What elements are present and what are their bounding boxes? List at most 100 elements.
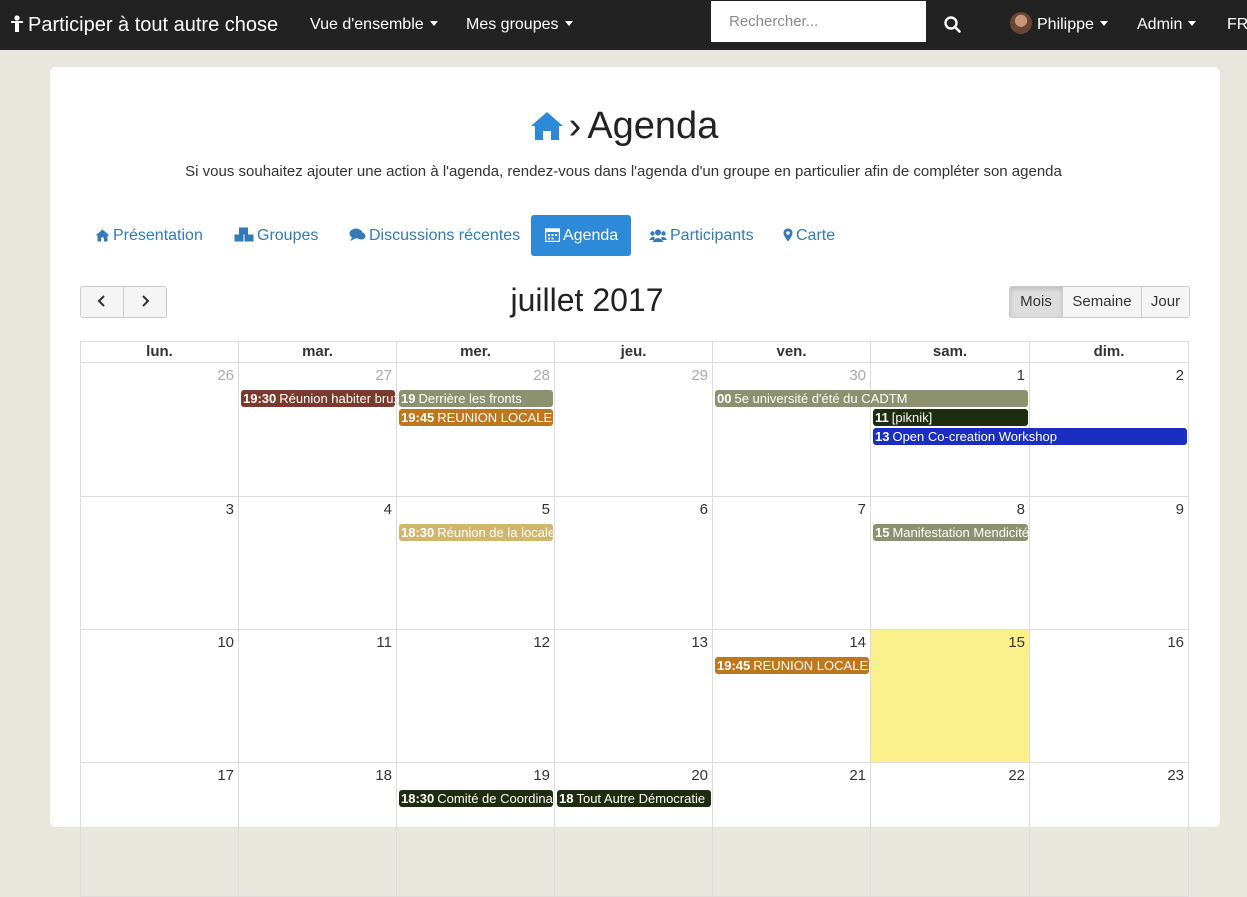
day-cell[interactable]: 19 xyxy=(397,763,555,897)
tab-label: Participants xyxy=(670,227,754,244)
event-title: REUNION LOCALE xyxy=(753,658,869,673)
language-label: FR xyxy=(1227,16,1247,33)
tab-map[interactable]: Carte xyxy=(768,215,850,256)
calendar-title: juillet 2017 xyxy=(510,282,664,318)
view-day-button[interactable]: Jour xyxy=(1141,286,1190,318)
user-menu[interactable]: Philippe xyxy=(1010,0,1108,50)
day-cell[interactable]: 29 xyxy=(555,363,713,497)
day-cell[interactable]: 7 xyxy=(713,497,871,630)
weekday-header: dim. xyxy=(1030,341,1189,363)
calendar-event[interactable]: 19:45 REUNION LOCALE xyxy=(399,409,553,426)
event-title: Tout Autre Démocratie xyxy=(576,791,706,806)
day-cell[interactable]: 15 xyxy=(871,630,1030,763)
event-title: REUNION LOCALE xyxy=(437,410,553,425)
day-cell[interactable]: 11 xyxy=(239,630,397,763)
day-number: 19 xyxy=(533,767,550,784)
tab-agenda[interactable]: Agenda xyxy=(531,215,631,256)
view-month-button[interactable]: Mois xyxy=(1009,286,1063,318)
calendar-event[interactable]: 13 Open Co-creation Workshop xyxy=(873,428,1187,445)
home-icon[interactable] xyxy=(529,110,565,142)
my-groups-menu[interactable]: Mes groupes xyxy=(466,0,573,50)
overview-menu[interactable]: Vue d'ensemble xyxy=(310,0,438,50)
event-title: Réunion habiter bruxelles xyxy=(279,391,395,406)
tab-groups[interactable]: Groupes xyxy=(219,215,333,256)
day-cell[interactable]: 3 xyxy=(80,497,239,630)
day-cell[interactable]: 23 xyxy=(1030,763,1189,897)
event-title: Réunion de la locale xyxy=(437,525,553,540)
day-cell[interactable]: 18 xyxy=(239,763,397,897)
admin-menu[interactable]: Admin xyxy=(1137,0,1197,50)
caret-down-icon xyxy=(1099,21,1108,26)
calendar-event[interactable]: 18 Tout Autre Démocratie xyxy=(557,790,711,807)
language-menu[interactable]: FR xyxy=(1227,0,1247,50)
tab-label: Présentation xyxy=(113,227,203,244)
day-number: 15 xyxy=(1008,634,1025,651)
day-number: 17 xyxy=(217,767,234,784)
day-number: 4 xyxy=(383,501,392,518)
calendar-event[interactable]: 19 Derrière les fronts xyxy=(399,390,553,407)
calendar-event[interactable]: 18:30 Réunion de la locale xyxy=(399,524,553,541)
event-title: Derrière les fronts xyxy=(418,391,522,406)
view-week-button[interactable]: Semaine xyxy=(1062,286,1142,318)
day-number: 18 xyxy=(375,767,392,784)
day-cell[interactable]: 28 xyxy=(397,363,555,497)
day-cell[interactable]: 14 xyxy=(713,630,871,763)
tab-presentation[interactable]: Présentation xyxy=(80,215,218,256)
calendar-event[interactable]: 00 5e université d'été du CADTM xyxy=(715,390,1028,407)
day-cell[interactable]: 12 xyxy=(397,630,555,763)
event-time: 11 xyxy=(875,410,889,425)
day-cell[interactable]: 6 xyxy=(555,497,713,630)
tab-participants[interactable]: Participants xyxy=(634,215,769,256)
day-number: 14 xyxy=(849,634,866,651)
day-number: 20 xyxy=(691,767,708,784)
day-cell[interactable]: 26 xyxy=(80,363,239,497)
calendar-event[interactable]: 19:45 REUNION LOCALE xyxy=(715,657,869,674)
search-input[interactable] xyxy=(711,1,926,42)
weekday-header: lun. xyxy=(80,341,239,363)
day-cell[interactable]: 9 xyxy=(1030,497,1189,630)
event-title: Comité de Coordination xyxy=(437,791,553,806)
event-time: 19:45 xyxy=(717,658,751,673)
day-cell[interactable]: 13 xyxy=(555,630,713,763)
day-number: 10 xyxy=(217,634,234,651)
caret-down-icon xyxy=(1188,21,1197,26)
map-marker-icon xyxy=(783,228,793,242)
day-cell[interactable]: 16 xyxy=(1030,630,1189,763)
day-cell[interactable]: 27 xyxy=(239,363,397,497)
page-subtitle: Si vous souhaitez ajouter une action à l… xyxy=(185,163,1062,180)
search-button[interactable] xyxy=(940,12,966,38)
day-number: 8 xyxy=(1016,501,1025,518)
calendar-event[interactable]: 18:30Comité de Coordination xyxy=(399,790,553,807)
day-number: 3 xyxy=(225,501,234,518)
event-title: Open Co-creation Workshop xyxy=(892,429,1057,444)
day-cell[interactable]: 17 xyxy=(80,763,239,897)
breadcrumb-separator: › xyxy=(568,105,582,147)
day-number: 5 xyxy=(541,501,550,518)
tab-discussions[interactable]: Discussions récentes xyxy=(334,215,535,256)
day-cell[interactable]: 21 xyxy=(713,763,871,897)
day-cell[interactable]: 4 xyxy=(239,497,397,630)
person-icon xyxy=(11,15,23,32)
event-time: 15 xyxy=(875,525,890,540)
day-number: 1 xyxy=(1016,367,1025,384)
event-time: 13 xyxy=(875,429,890,444)
event-time: 18:30 xyxy=(401,791,435,806)
event-title: Manifestation Mendicité xyxy=(892,525,1028,540)
page-title-text: Agenda xyxy=(587,105,719,147)
day-number: 11 xyxy=(376,634,392,651)
calendar-event[interactable]: 15 Manifestation Mendicité xyxy=(873,524,1028,541)
event-time: 18:30 xyxy=(401,525,435,540)
day-cell[interactable]: 30 xyxy=(713,363,871,497)
brand-link[interactable]: Participer à tout autre chose xyxy=(10,0,278,50)
calendar-event[interactable]: 11 [piknik] xyxy=(873,409,1028,426)
day-number: 7 xyxy=(857,501,866,518)
day-cell[interactable]: 5 xyxy=(397,497,555,630)
day-cell[interactable]: 22 xyxy=(871,763,1030,897)
day-cell[interactable]: 10 xyxy=(80,630,239,763)
day-cell[interactable]: 8 xyxy=(871,497,1030,630)
calendar-event[interactable]: 19:30Réunion habiter bruxelles xyxy=(241,390,395,407)
weekday-header: ven. xyxy=(713,341,871,363)
day-number: 28 xyxy=(533,367,550,384)
day-cell[interactable]: 20 xyxy=(555,763,713,897)
weekday-header: jeu. xyxy=(555,341,713,363)
